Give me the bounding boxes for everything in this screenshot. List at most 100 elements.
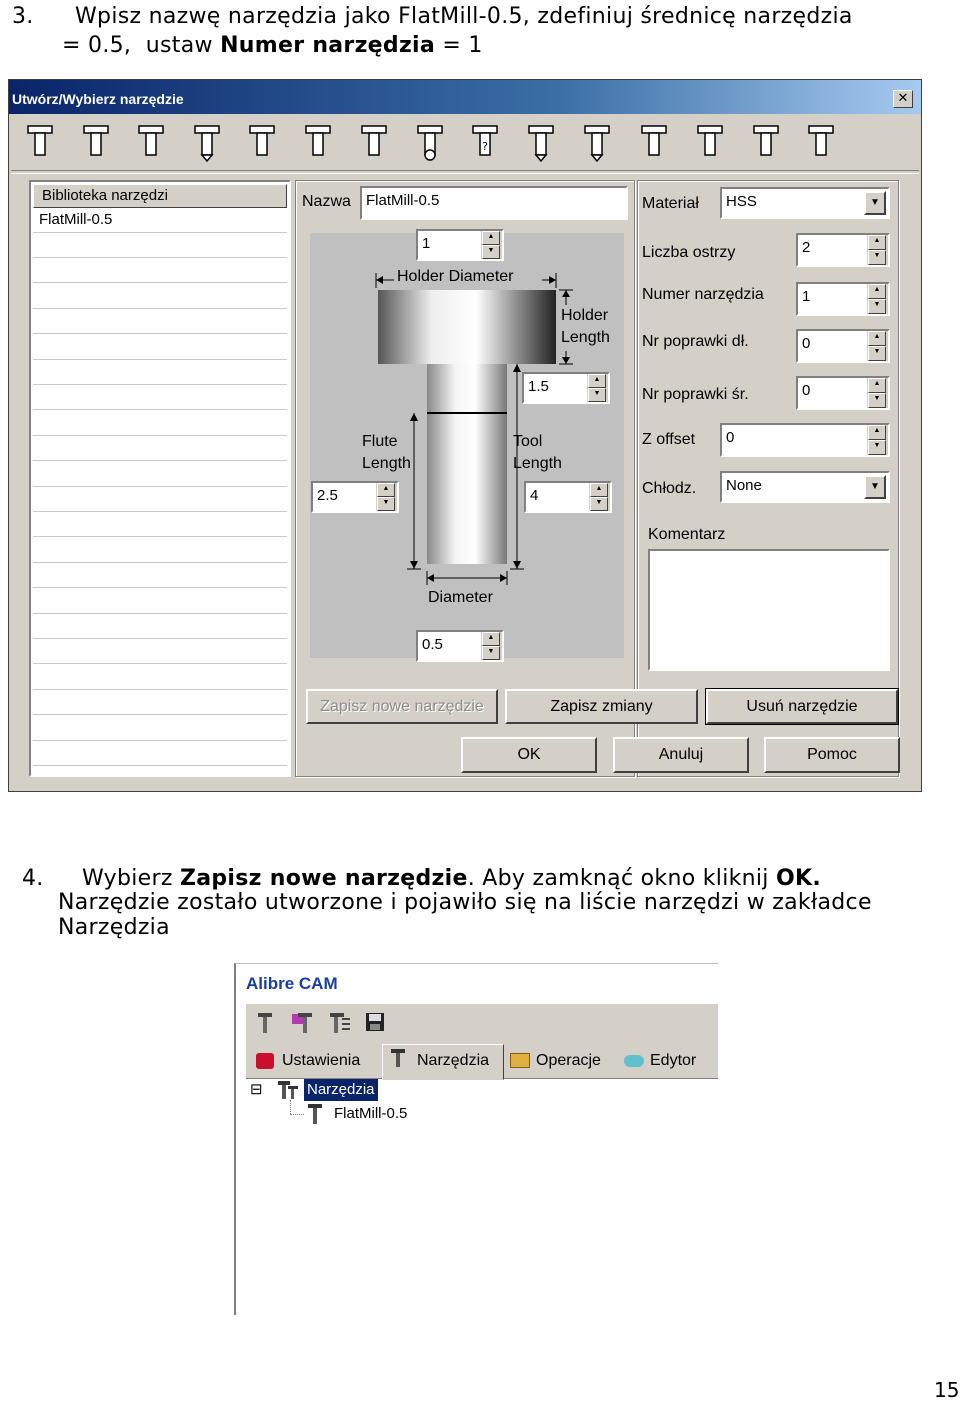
reamer-icon[interactable] [695,122,725,162]
custom-tool-icon[interactable]: ? [470,122,500,162]
tool-length-stepper[interactable]: 4 ▲ ▼ [524,481,612,513]
chevron-down-icon[interactable]: ▼ [864,475,886,499]
chevron-down-icon[interactable]: ▼ [864,191,886,215]
flute-length-stepper[interactable]: 2.5 ▲ ▼ [311,481,399,513]
spin-buttons[interactable]: ▲ ▼ [867,331,888,361]
tool-number-stepper[interactable]: 1 ▲ ▼ [796,282,890,316]
alibre-cam-panel: Alibre CAM Ustawienia Narzędzia Operacje… [234,963,718,1315]
boring-icon[interactable] [806,122,836,162]
spin-buttons[interactable]: ▲ ▼ [867,284,888,314]
spin-down-icon[interactable]: ▼ [482,245,500,259]
library-empty-row [33,462,287,487]
library-empty-row [33,335,287,360]
flute-length-value: 2.5 [317,487,338,504]
save-new-tool-button[interactable]: Zapisz nowe narzędzie [306,689,498,724]
spin-down-icon[interactable]: ▼ [868,440,886,455]
spin-up-icon[interactable]: ▲ [868,425,886,440]
help-button[interactable]: Pomoc [764,737,900,773]
chamfer-icon[interactable] [526,122,556,163]
spin-buttons[interactable]: ▲ ▼ [481,632,502,660]
ok-button[interactable]: OK [461,737,597,773]
tab-operacje[interactable]: Operacje [506,1047,616,1077]
spin-up-icon[interactable]: ▲ [868,284,886,299]
save-changes-button[interactable]: Zapisz zmiany [505,689,698,724]
flat-mill-icon[interactable] [25,122,55,162]
spin-buttons[interactable]: ▲ ▼ [867,378,888,408]
library-empty-row [33,233,287,258]
dovetail-icon[interactable] [359,122,389,162]
step3-line1: Wpisz nazwę narzędzia jako FlatMill-0.5,… [75,4,853,29]
tab-ustawienia-label: Ustawienia [282,1052,361,1069]
tab-edytor[interactable]: Edytor [620,1047,716,1077]
spin-buttons[interactable]: ▲ ▼ [376,483,397,511]
spot-drill-icon[interactable] [582,122,612,163]
spin-buttons[interactable]: ▲ ▼ [589,483,610,511]
counterbore-icon[interactable] [751,122,781,162]
spin-down-icon[interactable]: ▼ [868,299,886,314]
spin-down-icon[interactable]: ▼ [868,346,886,361]
spin-buttons[interactable]: ▲ ▼ [867,235,888,265]
cancel-button[interactable]: Anuluj [613,737,749,773]
library-empty-row [33,614,287,639]
name-input[interactable]: FlatMill-0.5 [360,186,628,220]
spin-down-icon[interactable]: ▼ [868,393,886,408]
spin-buttons[interactable]: ▲ ▼ [481,231,502,259]
flat-mill-long-icon[interactable] [81,122,111,162]
thread-mill-icon[interactable] [247,122,277,162]
spin-up-icon[interactable]: ▲ [588,374,606,388]
close-icon[interactable]: ✕ [893,90,913,108]
spin-down-icon[interactable]: ▼ [588,388,606,402]
drill-icon[interactable] [192,122,222,163]
tree-root-narzedzia[interactable]: Narzędzia [304,1079,378,1101]
spin-up-icon[interactable]: ▲ [377,483,395,497]
tools-folder-icon [278,1081,298,1099]
spin-buttons[interactable]: ▲ ▼ [587,374,608,402]
spin-up-icon[interactable]: ▲ [868,331,886,346]
material-select[interactable]: HSS ▼ [720,187,890,219]
dia-offset-stepper[interactable]: 0 ▲ ▼ [796,376,890,410]
library-header[interactable]: Biblioteka narzędzi [33,184,287,208]
spin-up-icon[interactable]: ▲ [482,632,500,646]
tab-narzedzia[interactable]: Narzędzia [382,1044,504,1080]
library-empty-row [33,589,287,614]
tab-ustawienia[interactable]: Ustawienia [250,1047,380,1077]
delete-tool-button[interactable]: Usuń narzędzie [705,688,899,725]
spin-down-icon[interactable]: ▼ [868,250,886,265]
library-empty-row [33,360,287,385]
flutes-stepper[interactable]: 2 ▲ ▼ [796,233,890,267]
spin-up-icon[interactable]: ▲ [868,235,886,250]
t-slot-icon[interactable] [303,122,333,162]
holder-diameter-stepper[interactable]: 1 ▲ ▼ [416,229,504,261]
spin-down-icon[interactable]: ▼ [482,646,500,660]
coolant-label: Chłodz. [642,480,697,497]
length-offset-stepper[interactable]: 0 ▲ ▼ [796,329,890,363]
tap-icon[interactable] [639,122,669,162]
flutes-value: 2 [802,239,811,256]
spin-up-icon[interactable]: ▲ [482,231,500,245]
step3-line2-end: = 1 [435,33,483,58]
z-offset-stepper[interactable]: 0 ▲ ▼ [720,423,890,457]
spin-up-icon[interactable]: ▲ [590,483,608,497]
holder-length-stepper[interactable]: 1.5 ▲ ▼ [522,372,610,404]
alibre-title: Alibre CAM [246,974,338,993]
library-item-flatmill[interactable]: FlatMill-0.5 [33,208,287,233]
tool-icon [258,1013,272,1033]
tool-library-list[interactable]: Biblioteka narzędzi FlatMill-0.5 [29,180,291,777]
library-empty-row [33,309,287,335]
bull-mill-icon[interactable] [136,122,166,162]
tool-icon-shank [396,1053,400,1067]
spin-buttons[interactable]: ▲ ▼ [867,425,888,455]
spin-down-icon[interactable]: ▼ [377,497,395,511]
comment-textarea[interactable] [648,549,890,671]
spin-up-icon[interactable]: ▲ [868,378,886,393]
collapse-icon[interactable]: ⊟ [250,1080,263,1098]
library-empty-row [33,436,287,462]
tree-item-flatmill[interactable]: FlatMill-0.5 [334,1103,407,1125]
coolant-select[interactable]: None ▼ [720,471,890,503]
flutes-label: Liczba ostrzy [642,244,736,261]
spin-down-icon[interactable]: ▼ [590,497,608,511]
step4-number: 4. [22,866,44,891]
step4-line3: Narzędzia [58,915,170,940]
ball-mill-icon[interactable] [415,122,445,162]
diameter-stepper[interactable]: 0.5 ▲ ▼ [416,630,504,662]
